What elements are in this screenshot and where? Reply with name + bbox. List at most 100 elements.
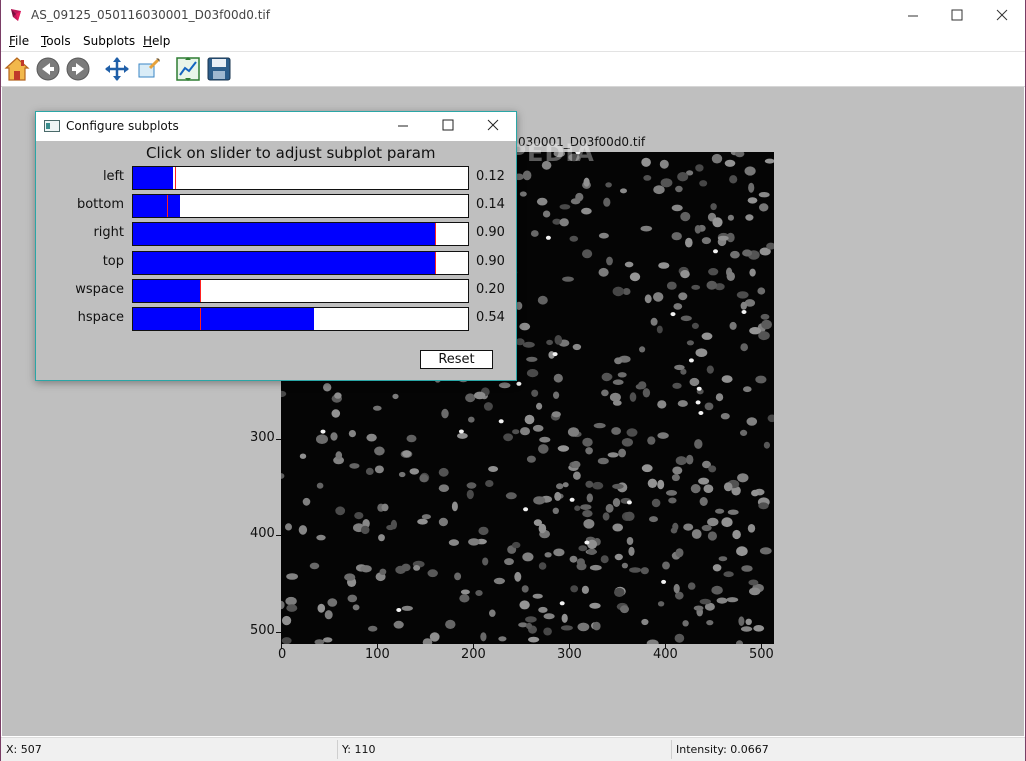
back-icon[interactable] [35, 56, 61, 82]
cell-nucleus [401, 605, 413, 611]
cell-nucleus [538, 562, 547, 570]
cell-nucleus [685, 237, 693, 248]
cell-nucleus [592, 481, 604, 490]
cell-nucleus [522, 170, 532, 181]
dialog-title-bar[interactable]: Configure subplots [36, 112, 516, 141]
x-tick-label: 0 [278, 647, 287, 662]
slider-label: right [93, 225, 124, 240]
slider-wspace[interactable] [132, 279, 469, 303]
slider-hspace[interactable] [132, 307, 469, 331]
dialog-minimize-icon[interactable] [380, 112, 426, 141]
cell-nucleus [628, 546, 635, 556]
cell-nucleus [683, 523, 694, 531]
cell-nucleus [721, 375, 733, 383]
cell-nucleus [365, 467, 374, 475]
menu-help[interactable]: Help [143, 34, 170, 48]
cell-nucleus [691, 529, 702, 539]
status-divider [671, 740, 672, 759]
status-divider [337, 740, 338, 759]
close-icon[interactable] [979, 2, 1025, 30]
save-icon[interactable] [206, 56, 232, 82]
forward-icon[interactable] [65, 56, 91, 82]
cell-nucleus [602, 512, 610, 521]
cell-nucleus [344, 573, 356, 581]
cell-nucleus [317, 603, 326, 613]
slider-top[interactable] [132, 251, 469, 275]
cell-nucleus [721, 517, 733, 528]
bright-nucleus [523, 507, 529, 512]
dialog-maximize-icon[interactable] [425, 112, 471, 141]
cell-nucleus [583, 177, 590, 187]
zoom-icon[interactable] [136, 56, 162, 82]
cell-nucleus [729, 175, 738, 184]
cell-nucleus [759, 203, 769, 212]
cell-nucleus [716, 597, 728, 604]
bright-nucleus [559, 601, 565, 606]
cell-nucleus [466, 482, 477, 489]
cell-nucleus [285, 523, 292, 531]
cell-nucleus [641, 618, 649, 626]
x-tick-label: 100 [365, 647, 390, 662]
cell-nucleus [587, 548, 597, 555]
cell-nucleus [749, 268, 756, 277]
cell-nucleus [522, 341, 535, 348]
menu-file[interactable]: File [9, 34, 29, 48]
cell-nucleus [526, 369, 539, 378]
cell-nucleus [612, 400, 622, 406]
bright-nucleus [698, 411, 704, 415]
cell-nucleus [542, 210, 551, 218]
cell-nucleus [381, 503, 389, 512]
slider-bottom[interactable] [132, 194, 469, 218]
minimize-icon[interactable] [890, 2, 936, 30]
dialog-close-icon[interactable] [470, 112, 516, 141]
menu-subplots[interactable]: Subplots [83, 34, 135, 48]
cell-nucleus [354, 512, 364, 520]
maximize-icon[interactable] [934, 2, 980, 30]
slider-row-bottom: bottom 0.14 [36, 194, 516, 218]
reset-button[interactable]: Reset [420, 350, 493, 369]
window-title: AS_09125_050116030001_D03f00d0.tif [31, 8, 270, 22]
menu-tools[interactable]: Tools [41, 34, 71, 48]
status-y: Y: 110 [342, 743, 376, 756]
cell-nucleus [675, 185, 683, 193]
cell-nucleus [578, 545, 588, 552]
cell-nucleus [646, 639, 659, 644]
cell-nucleus [393, 620, 404, 629]
cell-nucleus [671, 204, 683, 212]
cell-nucleus [751, 489, 759, 497]
bright-nucleus [695, 400, 701, 405]
home-icon[interactable] [4, 56, 30, 82]
cell-nucleus [569, 235, 579, 242]
cell-nucleus [741, 565, 753, 572]
cell-nucleus [641, 464, 653, 473]
cell-nucleus [729, 321, 737, 330]
cell-nucleus [699, 497, 708, 506]
cell-nucleus [694, 439, 703, 449]
cell-nucleus [686, 340, 694, 346]
cell-nucleus [641, 157, 651, 167]
configure-subplots-icon[interactable] [175, 56, 201, 82]
slider-right[interactable] [132, 222, 469, 246]
pan-icon[interactable] [104, 56, 130, 82]
cell-nucleus [743, 386, 752, 393]
cell-nucleus [657, 432, 669, 439]
cell-nucleus [746, 417, 758, 426]
slider-label: wspace [75, 282, 124, 297]
cell-nucleus [482, 557, 489, 566]
cell-nucleus [480, 632, 487, 642]
cell-nucleus [445, 619, 456, 629]
cell-nucleus [438, 467, 449, 477]
cell-nucleus [701, 332, 713, 340]
cell-nucleus [561, 613, 568, 623]
cell-nucleus [621, 438, 633, 447]
slider-left[interactable] [132, 166, 469, 190]
cell-nucleus [758, 502, 769, 510]
cell-nucleus [668, 497, 677, 504]
title-bar[interactable]: AS_09125_050116030001_D03f00d0.tif [1, 0, 1025, 31]
cell-nucleus [335, 451, 343, 460]
cell-nucleus [753, 625, 765, 632]
cell-nucleus [755, 375, 767, 384]
cell-nucleus [572, 343, 582, 351]
cell-nucleus [740, 301, 747, 310]
slider-initial-marker [175, 167, 176, 189]
